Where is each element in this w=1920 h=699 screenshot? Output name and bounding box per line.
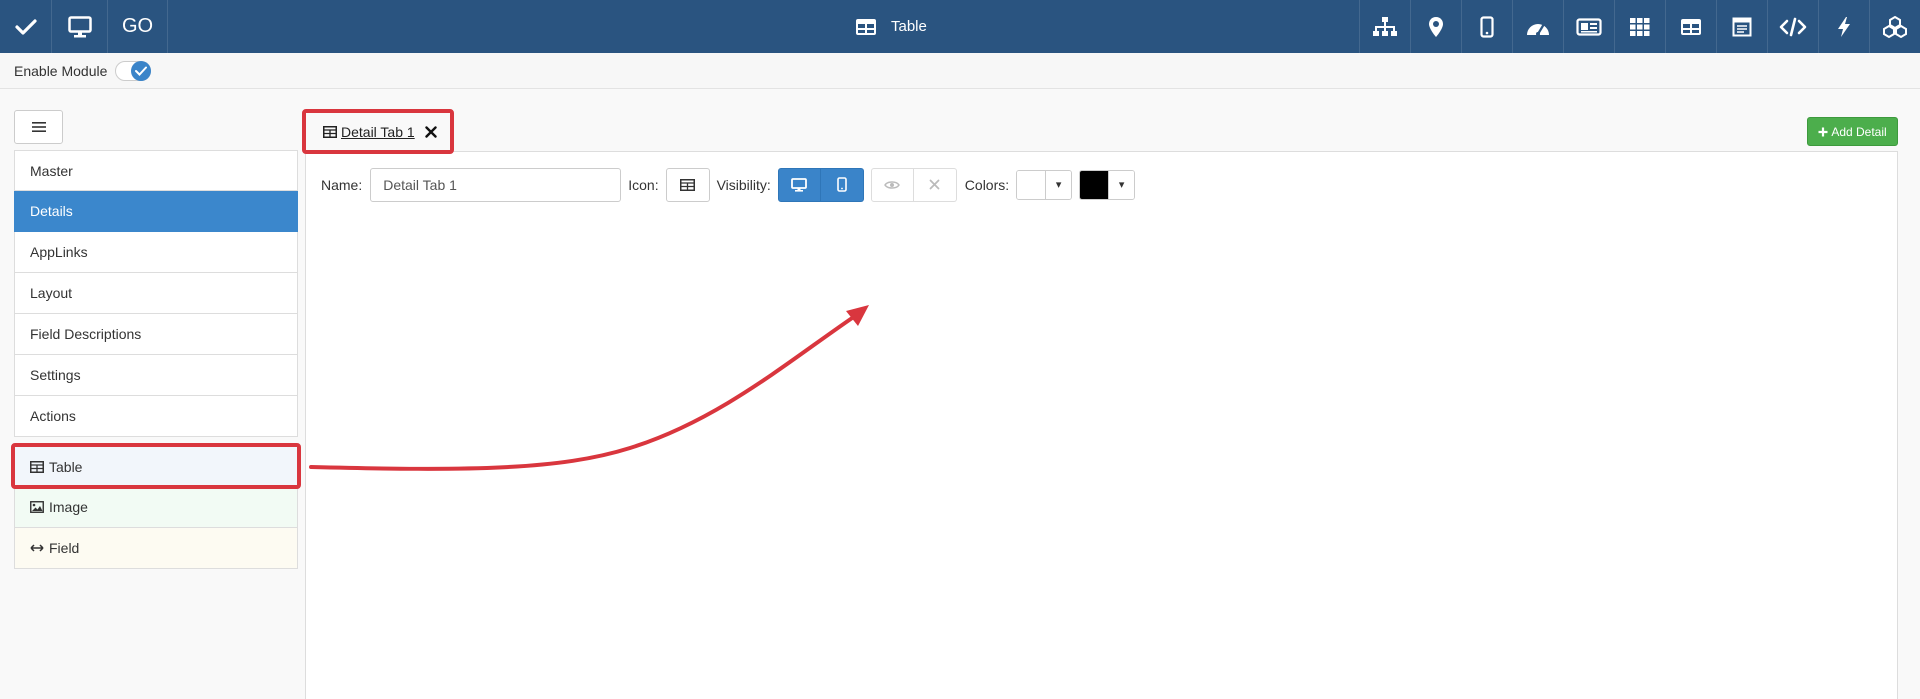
annotation-arrow bbox=[309, 305, 869, 471]
